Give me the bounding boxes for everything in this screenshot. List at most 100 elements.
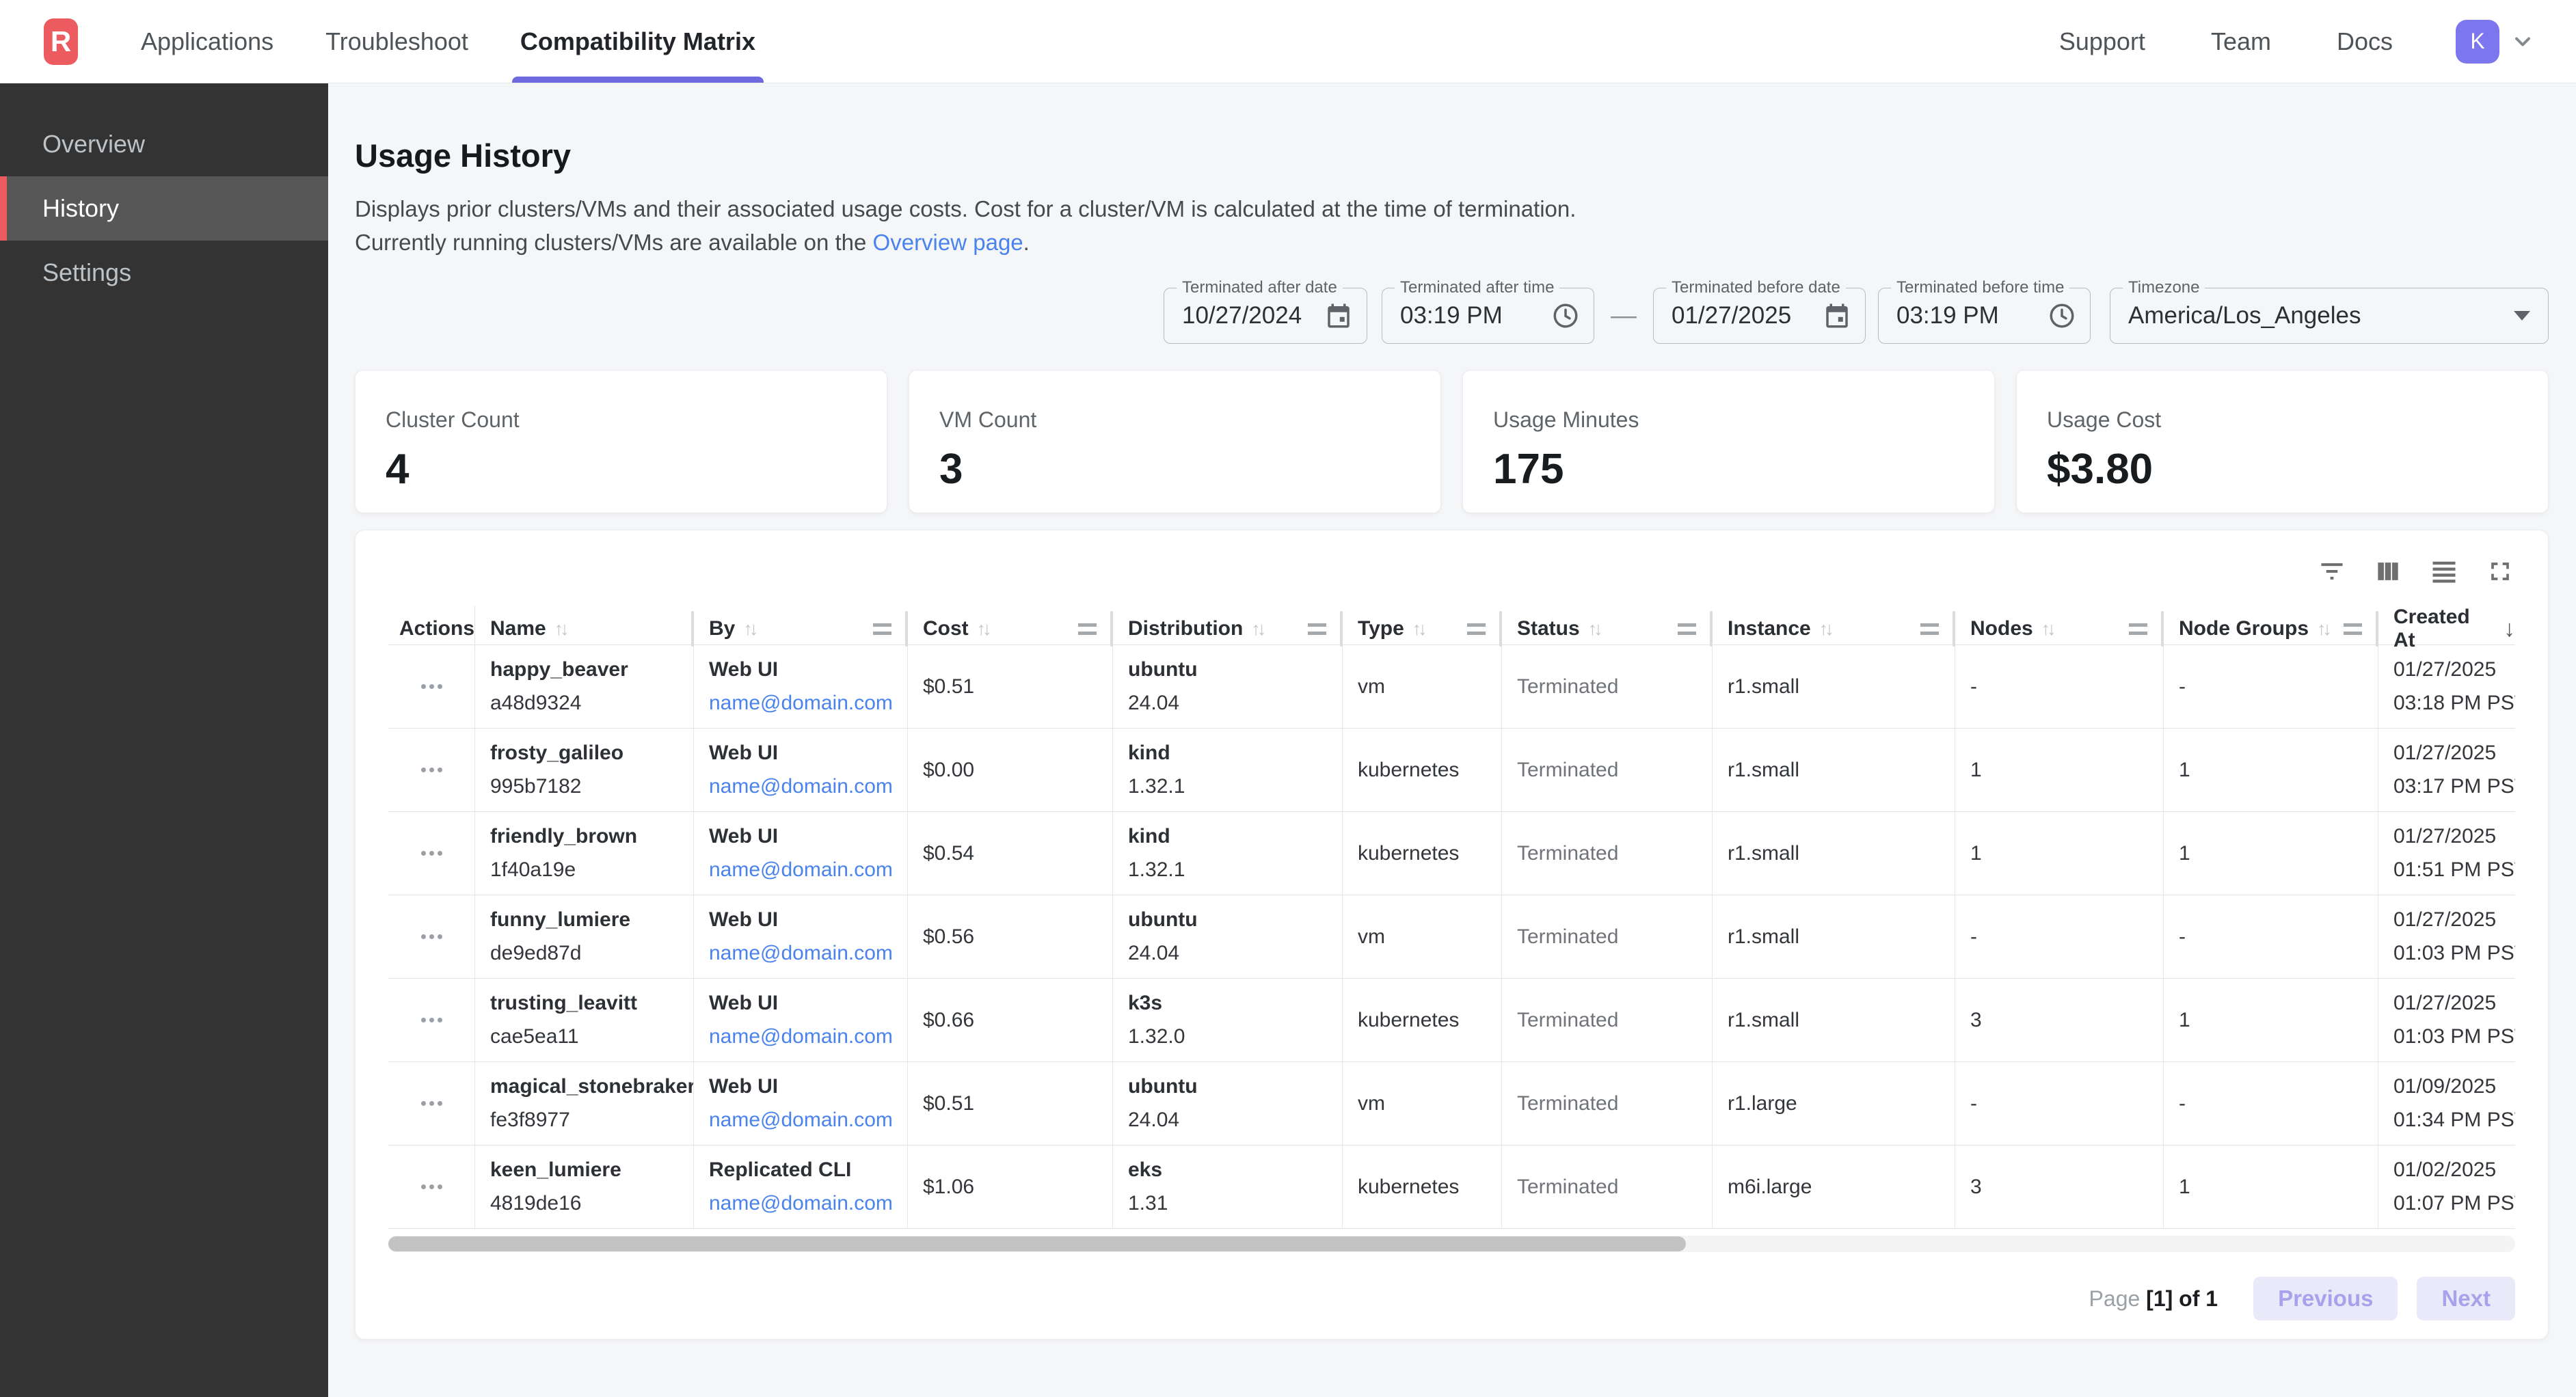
stat-label: Cluster Count — [386, 407, 857, 433]
calendar-icon[interactable] — [1823, 301, 1851, 330]
column-menu-icon[interactable] — [1467, 623, 1486, 635]
terminated-after-time-value[interactable]: 03:19 PM — [1400, 302, 1551, 329]
email-link[interactable]: name@domain.com — [709, 858, 907, 882]
cell-cost: $0.51 — [908, 1062, 1113, 1145]
terminated-after-date-label: Terminated after date — [1177, 278, 1343, 297]
email-link[interactable]: name@domain.com — [709, 942, 907, 965]
terminated-before-date-field[interactable]: Terminated before date 01/27/2025 — [1653, 288, 1866, 344]
timezone-select[interactable]: Timezone America/Los_Angeles — [2110, 288, 2549, 344]
column-header-status[interactable]: Status↑↓ — [1502, 606, 1713, 652]
column-label: Node Groups — [2179, 617, 2309, 640]
dropdown-arrow-icon[interactable] — [2514, 311, 2530, 321]
email-link[interactable]: name@domain.com — [709, 1192, 907, 1215]
column-menu-icon[interactable] — [1308, 623, 1326, 635]
terminated-before-time-field[interactable]: Terminated before time 03:19 PM — [1878, 288, 2091, 344]
email-link[interactable]: name@domain.com — [709, 1109, 907, 1132]
fullscreen-icon[interactable] — [2485, 556, 2515, 586]
email-link[interactable]: name@domain.com — [709, 1025, 907, 1048]
tab-troubleshoot[interactable]: Troubleshoot — [299, 0, 494, 83]
column-header-distribution[interactable]: Distribution↑↓ — [1113, 606, 1343, 652]
columns-icon[interactable] — [2373, 556, 2403, 586]
terminated-before-time-value[interactable]: 03:19 PM — [1896, 302, 2048, 329]
column-header-created_at[interactable]: Created At↓ — [2378, 606, 2515, 652]
email-link[interactable]: name@domain.com — [709, 775, 907, 798]
main-content: Usage History Displays prior clusters/VM… — [328, 83, 2576, 1397]
timezone-value[interactable]: America/Los_Angeles — [2128, 302, 2514, 329]
previous-page-button[interactable]: Previous — [2253, 1277, 2398, 1320]
cell-created-at: 01/27/2025 01:51 PM PST — [2378, 812, 2515, 895]
column-header-name[interactable]: Name↑↓ — [475, 606, 694, 652]
column-menu-icon[interactable] — [873, 623, 891, 635]
nodes-value: - — [1970, 675, 2163, 698]
clock-icon[interactable] — [2048, 301, 2076, 330]
column-header-cost[interactable]: Cost↑↓ — [908, 606, 1113, 652]
cell-type: kubernetes — [1343, 979, 1502, 1061]
tab-compatibility-matrix[interactable]: Compatibility Matrix — [494, 0, 781, 83]
next-page-button[interactable]: Next — [2417, 1277, 2515, 1320]
tab-applications[interactable]: Applications — [115, 0, 299, 83]
sort-icon: ↑↓ — [2317, 619, 2329, 640]
cell-instance: r1.small — [1713, 895, 1955, 978]
cell-name: happy_beaver a48d9324 — [475, 645, 694, 728]
overview-page-link[interactable]: Overview page — [873, 230, 1023, 255]
stat-value: 175 — [1493, 445, 1964, 493]
nav-link-support[interactable]: Support — [2059, 27, 2145, 56]
email-link[interactable]: name@domain.com — [709, 692, 907, 715]
terminated-after-time-field[interactable]: Terminated after time 03:19 PM — [1382, 288, 1594, 344]
nodes-value: 3 — [1970, 1009, 2163, 1032]
cell-actions — [388, 895, 475, 978]
row-actions-button[interactable] — [414, 761, 449, 779]
column-header-node_groups[interactable]: Node Groups ↑↓ — [2164, 606, 2378, 652]
column-menu-icon[interactable] — [1920, 623, 1939, 635]
column-menu-icon[interactable] — [1678, 623, 1696, 635]
cell-distribution: ubuntu 24.04 — [1113, 1062, 1343, 1145]
usage-table-card: ActionsName↑↓By↑↓Cost↑↓Distribution↑↓Typ… — [355, 530, 2549, 1340]
terminated-after-date-field[interactable]: Terminated after date 10/27/2024 — [1164, 288, 1367, 344]
sidebar-item-settings[interactable]: Settings — [0, 241, 328, 305]
cluster-name: friendly_brown — [490, 825, 693, 848]
cell-status: Terminated — [1502, 979, 1713, 1061]
terminated-before-date-value[interactable]: 01/27/2025 — [1672, 302, 1823, 329]
column-header-nodes[interactable]: Nodes↑↓ — [1955, 606, 2164, 652]
column-header-by[interactable]: By↑↓ — [694, 606, 908, 652]
avatar[interactable]: K — [2456, 20, 2499, 64]
clock-icon[interactable] — [1551, 301, 1580, 330]
terminated-after-date-value[interactable]: 10/27/2024 — [1182, 302, 1324, 329]
cost-value: $1.06 — [923, 1176, 1112, 1199]
sidebar-item-history[interactable]: History — [0, 176, 328, 241]
row-actions-button[interactable] — [414, 927, 449, 946]
calendar-icon[interactable] — [1324, 301, 1353, 330]
column-menu-icon[interactable] — [1078, 623, 1097, 635]
column-menu-icon[interactable] — [2344, 623, 2362, 635]
row-actions-button[interactable] — [414, 1094, 449, 1113]
row-actions-button[interactable] — [414, 1178, 449, 1196]
distribution-name: eks — [1128, 1158, 1342, 1182]
density-icon[interactable] — [2429, 556, 2459, 586]
sidebar-item-overview[interactable]: Overview — [0, 112, 328, 176]
column-header-actions[interactable]: Actions — [388, 606, 475, 652]
replicated-logo[interactable]: R — [44, 18, 78, 65]
nav-right: Support Team Docs K — [1994, 20, 2535, 64]
cell-cost: $0.66 — [908, 979, 1113, 1061]
nav-link-docs[interactable]: Docs — [2337, 27, 2393, 56]
table-row: funny_lumiere de9ed87d Web UI name@domai… — [388, 895, 2515, 979]
row-actions-button[interactable] — [414, 677, 449, 696]
cell-instance: r1.small — [1713, 979, 1955, 1061]
cell-instance: r1.small — [1713, 729, 1955, 811]
nodes-value: - — [1970, 925, 2163, 949]
chevron-down-icon[interactable] — [2510, 29, 2535, 54]
cell-status: Terminated — [1502, 729, 1713, 811]
nav-link-team[interactable]: Team — [2211, 27, 2271, 56]
row-actions-button[interactable] — [414, 1011, 449, 1029]
column-header-instance[interactable]: Instance↑↓ — [1713, 606, 1955, 652]
column-header-type[interactable]: Type↑↓ — [1343, 606, 1502, 652]
terminated-after-time-label: Terminated after time — [1395, 278, 1559, 297]
column-menu-icon[interactable] — [2129, 623, 2147, 635]
row-actions-button[interactable] — [414, 844, 449, 863]
cell-name: friendly_brown 1f40a19e — [475, 812, 694, 895]
horizontal-scrollbar[interactable] — [388, 1236, 2515, 1252]
filter-icon[interactable] — [2317, 556, 2347, 586]
horizontal-scrollbar-thumb[interactable] — [388, 1236, 1686, 1251]
node-groups-value: - — [2179, 925, 2378, 949]
table-footer: Page [1] of 1 Previous Next — [388, 1277, 2515, 1320]
